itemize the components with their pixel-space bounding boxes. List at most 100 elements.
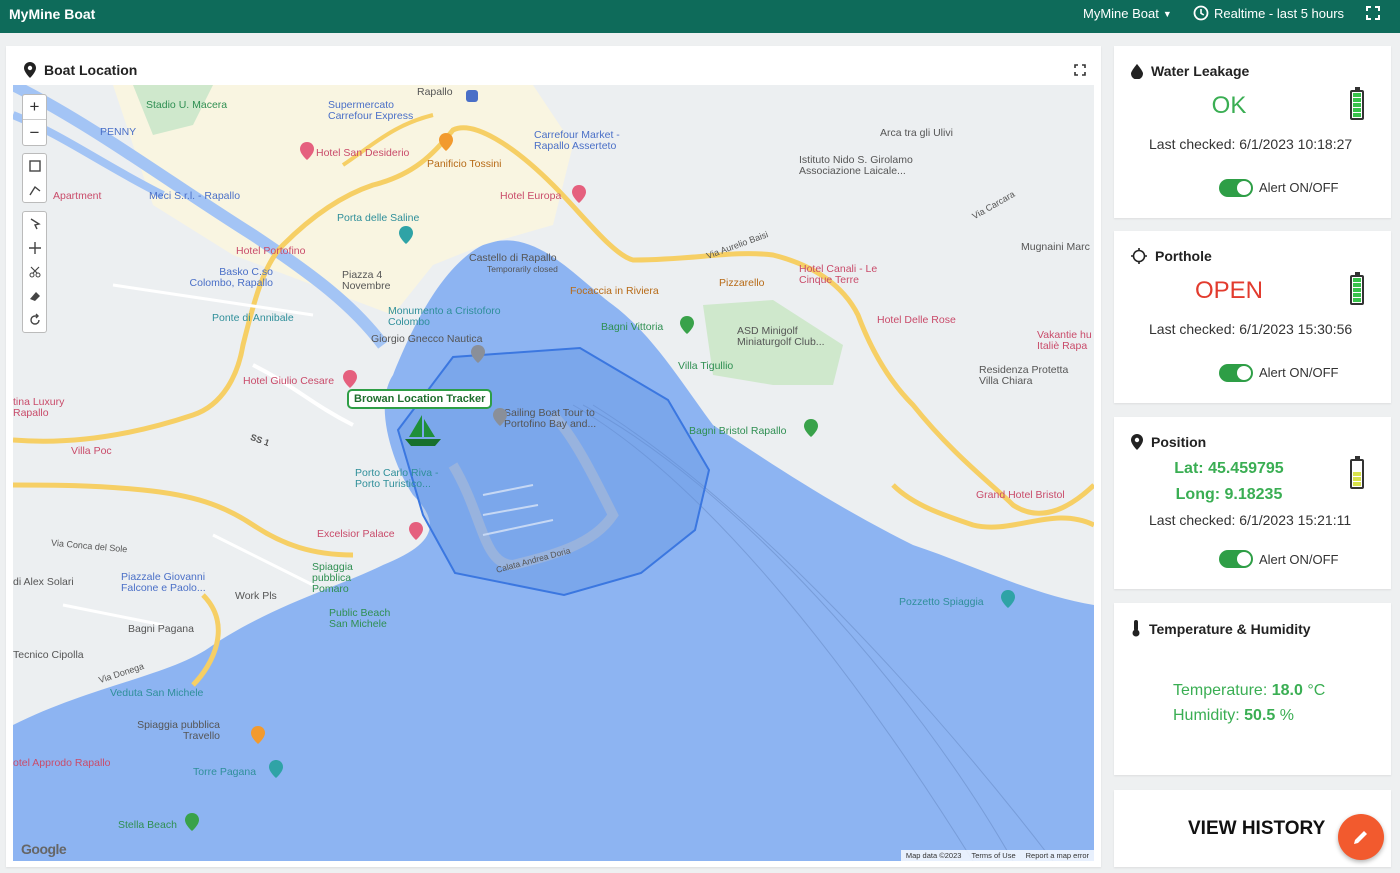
map-label: Temporarily closed xyxy=(487,264,558,274)
cut-icon[interactable] xyxy=(23,260,46,284)
porthole-title-text: Porthole xyxy=(1155,248,1212,264)
map-label: Giorgio Gnecco Nautica xyxy=(371,333,483,345)
water-leakage-title: Water Leakage xyxy=(1131,63,1249,79)
eraser-icon[interactable] xyxy=(23,284,46,308)
edit-pointer-icon[interactable] xyxy=(23,212,46,236)
map-label: Hotel Giulio Cesare xyxy=(243,375,335,387)
map-label: Basko C.so Colombo, Rapallo xyxy=(189,266,273,289)
map-label: Panificio Tossini xyxy=(427,158,502,170)
map-label: Bagni Vittoria xyxy=(601,321,664,333)
terms-link[interactable]: Terms of Use xyxy=(971,851,1015,860)
map-label: Apartment xyxy=(53,190,102,202)
map-label: Torre Pagana xyxy=(193,766,257,778)
move-icon[interactable] xyxy=(23,236,46,260)
boat-marker-icon[interactable] xyxy=(403,413,443,447)
app-title: MyMine Boat xyxy=(9,6,96,22)
map-pin-icon xyxy=(300,142,314,160)
tracker-label[interactable]: Browan Location Tracker xyxy=(347,389,493,409)
map-label: Bagni Bristol Rapallo xyxy=(689,425,787,437)
battery-icon xyxy=(1350,272,1364,305)
latitude-label: Lat: xyxy=(1174,460,1204,477)
zoom-out-button[interactable]: − xyxy=(23,120,46,145)
humidity-row: Humidity: 50.5 % xyxy=(1173,707,1294,725)
map-label: Piazzale Giovanni Falcone e Paolo... xyxy=(121,571,206,594)
longitude-row: Long: 9.18235 xyxy=(1114,486,1344,504)
map-pin-icon xyxy=(399,226,413,244)
rotate-icon[interactable] xyxy=(23,308,46,332)
position-card: Position Lat: 45.459795 Long: 9.18235 La… xyxy=(1114,417,1391,589)
map-label: Veduta San Michele xyxy=(110,687,204,699)
map-label: Public Beach San Michele xyxy=(329,607,391,630)
map-label: Bagni Pagana xyxy=(128,623,194,635)
edit-fab-button[interactable] xyxy=(1338,814,1384,860)
temperature-value: 18.0 xyxy=(1271,682,1303,699)
map-label: Villa Tigullio xyxy=(678,360,734,372)
map-label: Piazza 4 Novembre xyxy=(342,269,391,292)
porthole-alert-label: Alert ON/OFF xyxy=(1259,365,1339,380)
temperature-label: Temperature: xyxy=(1173,682,1268,699)
dashboard-select[interactable]: MyMine Boat ▼ xyxy=(1083,6,1172,21)
map-label: Castello di Rapallo xyxy=(469,252,557,264)
google-logo: Google xyxy=(21,841,67,857)
position-alert-label: Alert ON/OFF xyxy=(1259,552,1339,567)
map-pin-icon xyxy=(251,726,265,744)
dashboard-select-label: MyMine Boat xyxy=(1083,6,1159,21)
draw-polyline-icon[interactable] xyxy=(23,178,46,202)
battery-fill xyxy=(1353,472,1361,486)
map-label: Mugnaini Marc xyxy=(1021,241,1090,253)
map-label: Stadio U. Macera xyxy=(146,99,228,111)
map-label: Meci S.r.l. - Rapallo xyxy=(149,190,241,202)
map-label: Istituto Nido S. Girolamo Associazione L… xyxy=(799,154,913,177)
map-label: Spiaggia pubblica Pomaro xyxy=(312,561,353,595)
position-alert-toggle[interactable] xyxy=(1219,550,1253,568)
map-label: ASD Minigolf Miniaturgolf Club... xyxy=(737,325,825,348)
map-pin-icon xyxy=(343,370,357,388)
fullscreen-icon[interactable] xyxy=(1366,6,1380,20)
map-label: Hotel Portofino xyxy=(236,245,306,257)
clock-icon xyxy=(1193,5,1209,21)
map-label: Villa Poc xyxy=(71,445,112,457)
zoom-control: + − xyxy=(22,94,47,146)
map-label: Hotel San Desiderio xyxy=(316,147,410,159)
battery-icon xyxy=(1350,456,1364,489)
view-history-button[interactable]: VIEW HISTORY xyxy=(1188,818,1325,840)
map-label: Hotel Europa xyxy=(500,190,562,202)
map-label: PENNY xyxy=(100,126,137,138)
map-label: Rapallo xyxy=(417,86,453,98)
porthole-last-checked: Last checked: 6/1/2023 15:30:56 xyxy=(1149,321,1353,337)
report-error-link[interactable]: Report a map error xyxy=(1026,851,1089,860)
zoom-in-button[interactable]: + xyxy=(23,95,46,120)
map-label: Ponte di Annibale xyxy=(212,312,294,324)
humidity-value: 50.5 xyxy=(1244,707,1276,724)
expand-icon[interactable] xyxy=(1074,64,1086,76)
map-label: Stella Beach xyxy=(118,819,177,831)
timewindow-button[interactable]: Realtime - last 5 hours xyxy=(1193,5,1344,21)
map-pin-icon xyxy=(680,316,694,334)
map-label: Excelsior Palace xyxy=(317,528,395,540)
battery-fill xyxy=(1353,93,1361,117)
map-label: Pizzarello xyxy=(719,277,765,289)
map-label: Supermercato Carrefour Express xyxy=(328,99,414,122)
map-attribution: Map data ©2023 Terms of Use Report a map… xyxy=(900,850,1094,861)
map-label: di Alex Solari xyxy=(13,576,74,588)
map-pin-icon xyxy=(1001,590,1015,608)
water-status: OK xyxy=(1211,92,1247,119)
map-label: Focaccia in Riviera xyxy=(570,285,659,297)
longitude-label: Long: xyxy=(1175,486,1221,503)
water-alert-toggle[interactable] xyxy=(1219,179,1253,197)
timewindow-label: Realtime - last 5 hours xyxy=(1214,5,1345,21)
latitude-row: Lat: 45.459795 xyxy=(1114,460,1344,478)
porthole-title: Porthole xyxy=(1131,248,1212,264)
temperature-row: Temperature: 18.0 °C xyxy=(1173,682,1325,700)
map-label: Work Pls xyxy=(235,590,277,602)
battery-icon xyxy=(1350,87,1364,120)
climate-title: Temperature & Humidity xyxy=(1131,620,1311,637)
draw-rectangle-icon[interactable] xyxy=(23,154,46,178)
map-label: Sailing Boat Tour to Portofino Bay and..… xyxy=(504,407,597,430)
pencil-icon xyxy=(1354,831,1367,844)
porthole-alert-toggle[interactable] xyxy=(1219,364,1253,382)
boat-map[interactable]: Rapallo Stadio U. Macera Supermercato Ca… xyxy=(13,85,1094,861)
water-drop-icon xyxy=(1131,63,1143,79)
map-pin-icon xyxy=(1131,434,1143,450)
position-last-checked: Last checked: 6/1/2023 15:21:11 xyxy=(1149,512,1352,528)
